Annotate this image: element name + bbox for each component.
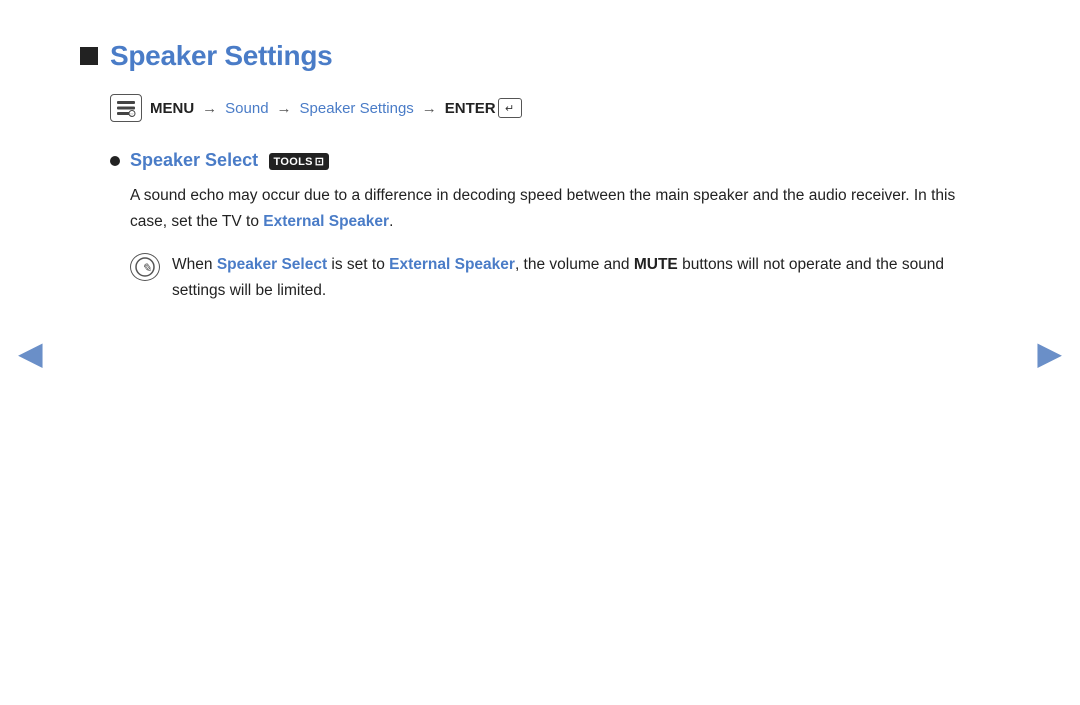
- note-icon: ✎: [130, 253, 160, 281]
- page-title: Speaker Settings: [110, 40, 332, 72]
- note-text-part3: , the volume and: [515, 256, 634, 273]
- title-row: Speaker Settings: [80, 40, 1000, 72]
- menu-label: MENU: [150, 100, 194, 117]
- desc-link-external-speaker: External Speaker: [263, 213, 389, 230]
- breadcrumb-sound: Sound: [225, 100, 268, 117]
- desc-text-before: A sound echo may occur due to a differen…: [130, 187, 955, 230]
- nav-arrow-right[interactable]: ▶: [1037, 334, 1062, 372]
- enter-label: ENTER: [445, 100, 496, 117]
- note-mute-bold: MUTE: [634, 256, 678, 273]
- description-text: A sound echo may occur due to a differen…: [130, 183, 960, 234]
- desc-text-after: .: [389, 213, 393, 230]
- breadcrumb: ☞ MENU → Sound → Speaker Settings → ENTE…: [110, 94, 1000, 122]
- note-text-part1: When: [172, 256, 217, 273]
- breadcrumb-arrow-3: →: [422, 100, 437, 117]
- bullet-dot: [110, 156, 120, 166]
- breadcrumb-speaker-settings: Speaker Settings: [300, 100, 414, 117]
- tools-badge-text: TOOLS: [274, 156, 313, 168]
- tools-badge-icon: ⊡: [315, 155, 325, 168]
- note-link-speaker-select: Speaker Select: [217, 256, 327, 273]
- page-container: Speaker Settings ☞ MENU → Sound → Speake…: [0, 0, 1080, 705]
- bullet-content: Speaker Select TOOLS ⊡: [130, 150, 329, 171]
- note-link-external-speaker: External Speaker: [389, 256, 515, 273]
- svg-text:☞: ☞: [130, 112, 135, 117]
- breadcrumb-enter: ENTER ↵: [445, 98, 522, 118]
- note-text-part2: is set to: [327, 256, 389, 273]
- tools-badge: TOOLS ⊡: [269, 153, 330, 170]
- note-row: ✎ When Speaker Select is set to External…: [130, 252, 950, 303]
- bullet-row: Speaker Select TOOLS ⊡: [110, 150, 1000, 171]
- enter-icon: ↵: [498, 98, 522, 118]
- content-section: Speaker Select TOOLS ⊡ A sound echo may …: [110, 150, 1000, 303]
- note-text: When Speaker Select is set to External S…: [172, 252, 950, 303]
- svg-text:✎: ✎: [142, 261, 152, 275]
- menu-icon: ☞: [110, 94, 142, 122]
- breadcrumb-arrow-1: →: [202, 100, 217, 117]
- breadcrumb-arrow-2: →: [277, 100, 292, 117]
- speaker-select-label: Speaker Select: [130, 150, 258, 170]
- title-square-icon: [80, 47, 98, 65]
- nav-arrow-left[interactable]: ◀: [18, 334, 43, 372]
